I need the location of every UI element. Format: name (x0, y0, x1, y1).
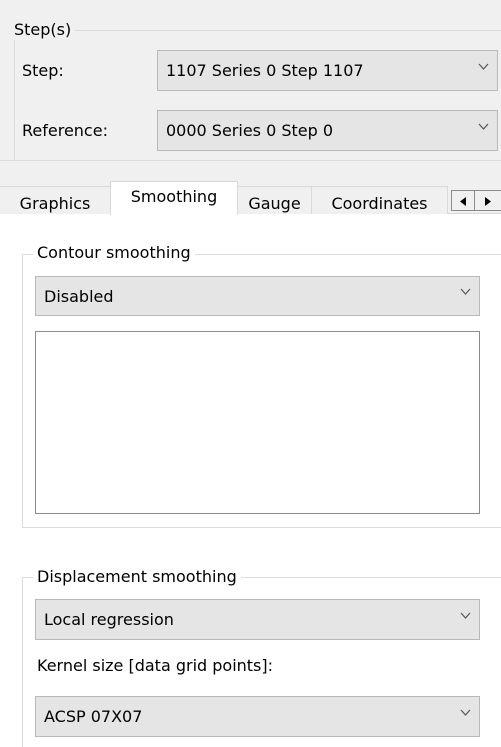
step-select-value: 1107 Series 0 Step 1107 (166, 61, 364, 80)
contour-smoothing-title: Contour smoothing (33, 243, 195, 263)
step-label: Step: (22, 61, 64, 80)
triangle-left-icon (460, 191, 466, 210)
step-select[interactable]: 1107 Series 0 Step 1107 (157, 50, 498, 91)
chevron-down-icon (478, 123, 489, 132)
chevron-down-icon (478, 63, 489, 72)
displacement-smoothing-select-value: Local regression (44, 610, 174, 629)
kernel-size-label: Kernel size [data grid points]: (37, 656, 274, 675)
contour-smoothing-select-value: Disabled (44, 286, 114, 306)
steps-group-title: Step(s) (10, 20, 76, 40)
contour-smoothing-select[interactable]: Disabled (35, 276, 480, 316)
tab-smoothing[interactable]: Smoothing (110, 181, 238, 215)
displacement-smoothing-title: Displacement smoothing (33, 567, 241, 587)
kernel-size-select[interactable]: ACSP 07X07 (35, 696, 480, 737)
tab-scroll-left-button[interactable] (451, 190, 475, 211)
tab-graphics[interactable]: Graphics (0, 186, 111, 214)
reference-select-value: 0000 Series 0 Step 0 (166, 121, 334, 140)
chevron-down-icon (460, 709, 471, 718)
chevron-down-icon (460, 612, 471, 621)
tab-coordinates[interactable]: Coordinates (311, 186, 448, 214)
tab-gauge[interactable]: Gauge (237, 186, 312, 214)
tab-scroll-right-button[interactable] (474, 190, 501, 211)
steps-divider (0, 160, 501, 161)
kernel-size-select-value: ACSP 07X07 (44, 707, 143, 726)
contour-smoothing-options-list[interactable] (35, 331, 480, 514)
chevron-down-icon (460, 288, 471, 297)
displacement-smoothing-select[interactable]: Local regression (35, 599, 480, 640)
reference-select[interactable]: 0000 Series 0 Step 0 (157, 110, 498, 151)
triangle-right-icon (485, 191, 491, 210)
reference-label: Reference: (22, 121, 108, 140)
